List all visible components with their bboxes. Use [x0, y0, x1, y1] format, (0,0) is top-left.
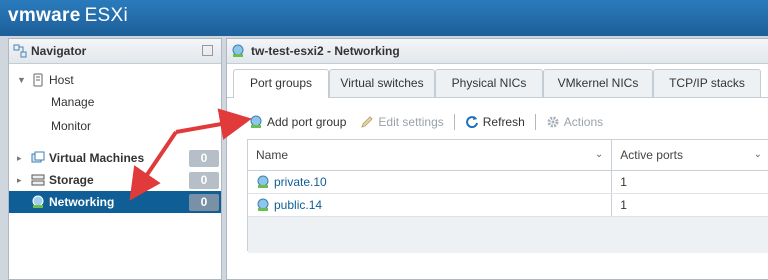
count-badge: 0	[189, 149, 219, 167]
column-header-active-ports[interactable]: Active ports ⌄	[612, 140, 768, 170]
sidebar-item-label: Virtual Machines	[49, 151, 145, 165]
chevron-down-icon[interactable]: ⌄	[595, 149, 603, 160]
add-port-group-label: Add port group	[267, 115, 347, 129]
table-header: Name ⌄ Active ports ⌄	[248, 140, 768, 171]
panel-header: tw-test-esxi2 - Networking	[227, 39, 768, 64]
edit-settings-label: Edit settings	[378, 115, 444, 129]
vmware-logo: vmware ESXi	[8, 5, 129, 26]
table-row[interactable]: private.10 1	[248, 171, 768, 194]
navigator-title: Navigator	[31, 44, 87, 58]
column-header-name[interactable]: Name ⌄	[248, 140, 613, 170]
sidebar-item-manage[interactable]: Manage	[9, 91, 221, 113]
pencil-icon	[361, 116, 374, 128]
page-title: tw-test-esxi2 - Networking	[251, 44, 400, 58]
sidebar-item-networking[interactable]: Networking 0	[9, 191, 221, 213]
network-icon	[32, 195, 44, 208]
navigator-header: Navigator	[9, 39, 221, 64]
tab-port-groups[interactable]: Port groups	[233, 69, 329, 98]
expand-down-icon[interactable]: ▼	[17, 75, 27, 85]
networking-panel: tw-test-esxi2 - Networking Port groups V…	[226, 38, 768, 280]
sidebar-item-storage[interactable]: ▸ Storage 0	[9, 169, 221, 191]
sidebar-item-monitor[interactable]: Monitor	[9, 115, 221, 137]
sidebar-item-label: Manage	[51, 95, 95, 109]
add-network-icon	[250, 115, 262, 128]
port-group-link[interactable]: private.10	[274, 175, 327, 189]
port-group-link[interactable]: public.14	[274, 198, 322, 212]
cell-name: public.14	[248, 194, 613, 216]
toolbar: Add port group Edit settings Refresh Act…	[227, 109, 768, 135]
port-group-icon	[257, 198, 269, 211]
minimize-icon[interactable]	[202, 45, 213, 56]
count-badge: 0	[189, 171, 219, 189]
actions-button[interactable]: Actions	[546, 111, 603, 133]
tab-vmkernel-nics[interactable]: VMkernel NICs	[543, 69, 653, 97]
refresh-button[interactable]: Refresh	[465, 111, 525, 133]
sidebar-item-label: Host	[49, 73, 74, 87]
sidebar-item-label: Storage	[49, 173, 94, 187]
host-icon	[33, 73, 43, 87]
top-bar: vmware ESXi	[0, 0, 768, 36]
virtual-machines-icon	[31, 151, 45, 163]
add-port-group-button[interactable]: Add port group	[249, 111, 346, 133]
actions-label: Actions	[563, 115, 604, 129]
cell-active-ports: 1	[620, 198, 627, 212]
tab-virtual-switches[interactable]: Virtual switches	[329, 69, 435, 97]
sidebar-item-host[interactable]: ▼ Host	[9, 69, 221, 91]
tab-physical-nics[interactable]: Physical NICs	[435, 69, 543, 97]
edit-settings-button[interactable]: Edit settings	[360, 111, 444, 133]
cell-name: private.10	[248, 171, 613, 193]
table-row[interactable]: public.14 1	[248, 194, 768, 217]
table-empty-area	[248, 217, 768, 253]
toolbar-divider	[534, 114, 536, 130]
sidebar-item-label: Networking	[49, 195, 115, 209]
chevron-down-icon[interactable]: ⌄	[754, 149, 762, 160]
navigator-icon	[13, 44, 27, 58]
expand-right-icon[interactable]: ▸	[17, 153, 27, 164]
network-icon	[232, 44, 244, 57]
refresh-label: Refresh	[482, 115, 525, 129]
storage-icon	[31, 174, 45, 186]
sidebar-item-virtual-machines[interactable]: ▸ Virtual Machines 0	[9, 147, 221, 169]
navigator-panel: Navigator ▼ Host Manage Monitor ▸ Virtua…	[8, 38, 222, 280]
tab-bar: Port groups Virtual switches Physical NI…	[227, 67, 768, 98]
gear-icon	[547, 116, 559, 128]
port-group-icon	[257, 175, 269, 188]
refresh-icon	[465, 116, 478, 129]
sidebar-item-label: Monitor	[51, 119, 92, 133]
cell-active-ports: 1	[620, 175, 627, 189]
expand-right-icon[interactable]: ▸	[17, 175, 27, 186]
tab-tcpip-stacks[interactable]: TCP/IP stacks	[653, 69, 761, 97]
count-badge: 0	[189, 193, 219, 211]
toolbar-divider	[453, 114, 455, 130]
port-groups-table: Name ⌄ Active ports ⌄ private.10 1 publi…	[247, 139, 768, 253]
